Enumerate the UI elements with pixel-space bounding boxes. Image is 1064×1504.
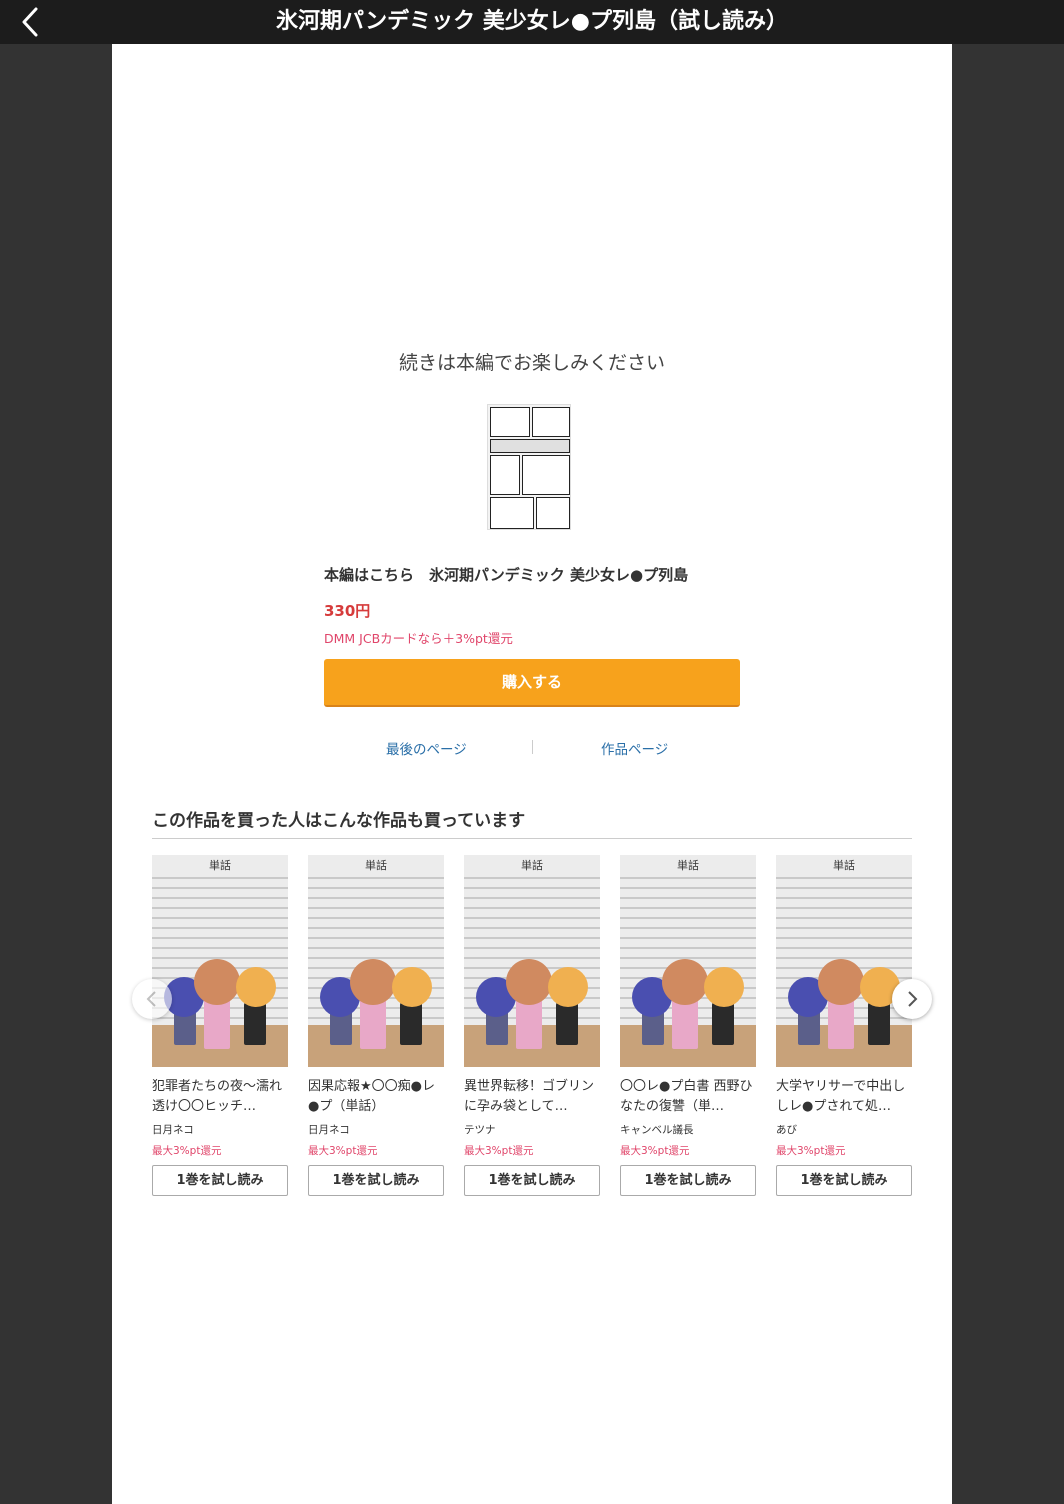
- recommend-title[interactable]: 異世界転移！ゴブリンに孕み袋として…: [464, 1077, 600, 1117]
- recommend-thumbnail[interactable]: 単話: [620, 855, 756, 1067]
- recommend-point-note: 最大3%pt還元: [152, 1145, 222, 1157]
- recommend-title[interactable]: 犯罪者たちの夜〜濡れ透け〇〇ヒッチ…: [152, 1077, 288, 1117]
- recommend-author[interactable]: キャンベル議長: [620, 1122, 694, 1137]
- trial-read-button[interactable]: 1巻を試し読み: [152, 1165, 288, 1196]
- format-badge: 単話: [308, 855, 444, 877]
- recommend-title[interactable]: 因果応報★〇〇痴●レ●プ（単話）: [308, 1077, 444, 1117]
- reader-end-panel: 続きは本編でお楽しみください 本編はこちら 氷河期パンデミック 美少女レ●プ列島…: [112, 44, 952, 1504]
- chevron-left-icon: [22, 7, 38, 37]
- recommend-point-note: 最大3%pt還元: [776, 1145, 846, 1157]
- trial-read-button[interactable]: 1巻を試し読み: [776, 1165, 912, 1196]
- recommend-thumbnail[interactable]: 単話: [464, 855, 600, 1067]
- jcb-point-note: DMM JCBカードなら＋3%pt還元: [324, 631, 513, 646]
- recommend-point-note: 最大3%pt還元: [620, 1145, 690, 1157]
- recommend-author[interactable]: 日月ネコ: [152, 1122, 194, 1137]
- format-badge: 単話: [152, 855, 288, 877]
- continue-message: 続きは本編でお楽しみください: [398, 352, 665, 374]
- trial-read-button[interactable]: 1巻を試し読み: [620, 1165, 756, 1196]
- chevron-right-icon: [908, 991, 918, 1007]
- carousel-prev-button[interactable]: [132, 979, 172, 1019]
- top-bar: 氷河期パンデミック 美少女レ●プ列島（試し読み）: [0, 0, 1064, 44]
- format-badge: 単話: [776, 855, 912, 877]
- trial-read-button[interactable]: 1巻を試し読み: [308, 1165, 444, 1196]
- page-title: 氷河期パンデミック 美少女レ●プ列島（試し読み）: [276, 9, 788, 34]
- recommend-author[interactable]: あび: [776, 1122, 797, 1137]
- recommend-author[interactable]: テツナ: [464, 1122, 496, 1137]
- carousel-next-button[interactable]: [892, 979, 932, 1019]
- format-badge: 単話: [464, 855, 600, 877]
- recommend-point-note: 最大3%pt還元: [464, 1145, 534, 1157]
- work-page-link[interactable]: 作品ページ: [601, 738, 668, 758]
- link-divider: [532, 740, 533, 754]
- recommend-thumbnail[interactable]: 単話: [152, 855, 288, 1067]
- product-title[interactable]: 本編はこちら 氷河期パンデミック 美少女レ●プ列島: [324, 564, 688, 585]
- buy-button[interactable]: 購入する: [324, 659, 740, 707]
- last-page-link[interactable]: 最後のページ: [386, 738, 467, 758]
- back-button[interactable]: [14, 6, 46, 38]
- recommend-title[interactable]: 大学ヤリサーで中出ししレ●プされて処…: [776, 1077, 912, 1117]
- recommend-thumbnail[interactable]: 単話: [776, 855, 912, 1067]
- recommend-thumbnail[interactable]: 単話: [308, 855, 444, 1067]
- recommend-point-note: 最大3%pt還元: [308, 1145, 378, 1157]
- recommend-author[interactable]: 日月ネコ: [308, 1122, 350, 1137]
- product-price: 330円: [324, 602, 371, 620]
- recommend-heading: この作品を買った人はこんな作品も買っています: [152, 811, 526, 831]
- product-cover-image[interactable]: [487, 404, 571, 530]
- recommend-title[interactable]: 〇〇レ●プ白書 西野ひなたの復讐（単…: [620, 1077, 756, 1117]
- trial-read-button[interactable]: 1巻を試し読み: [464, 1165, 600, 1196]
- format-badge: 単話: [620, 855, 756, 877]
- section-divider: [152, 838, 912, 839]
- chevron-left-icon: [146, 991, 156, 1007]
